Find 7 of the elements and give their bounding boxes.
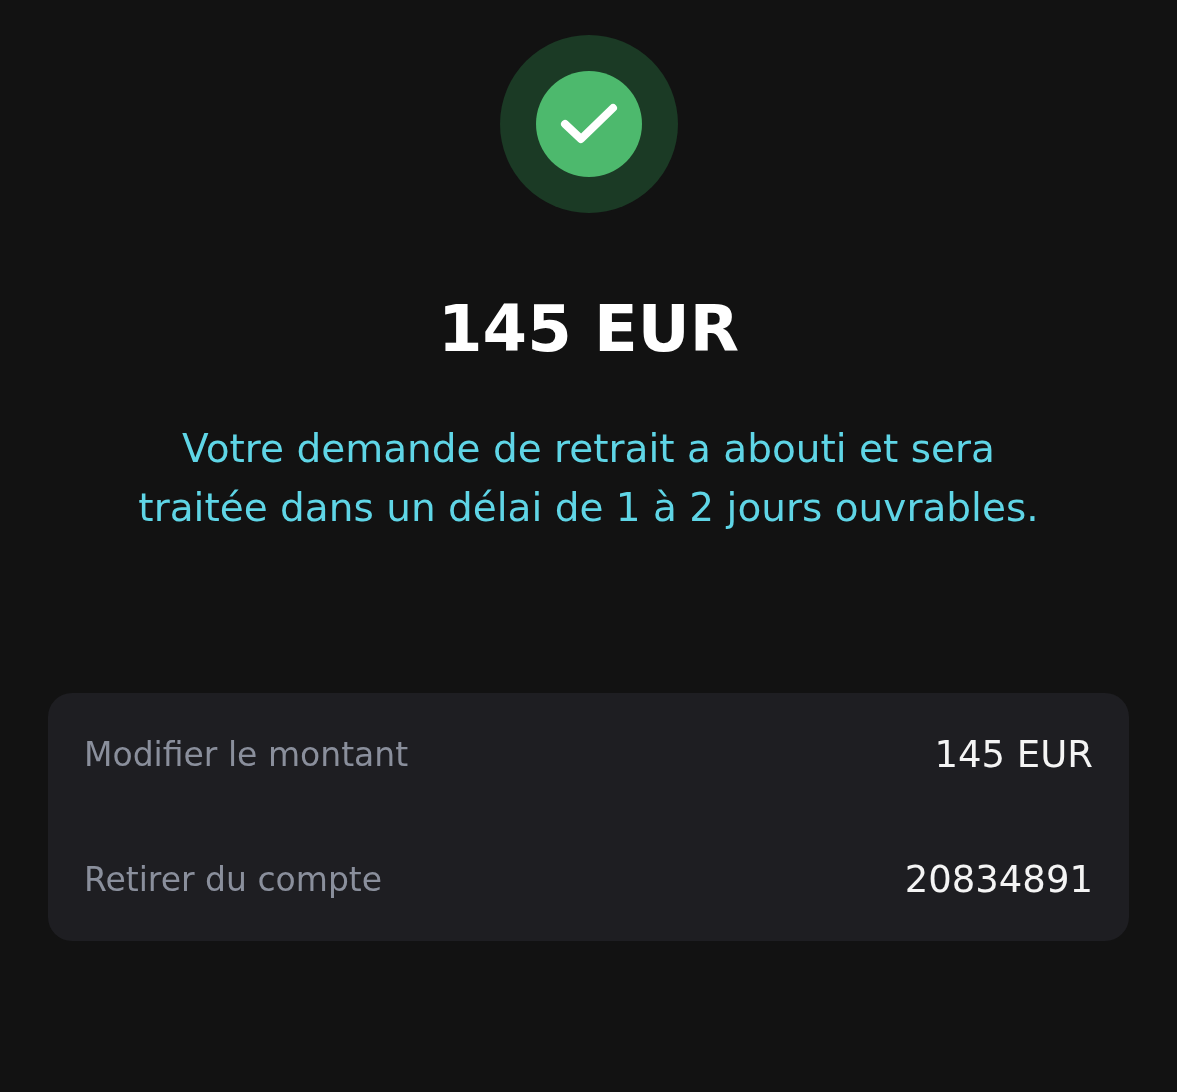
confirmation-message: Votre demande de retrait a abouti et sera traitée dans un délai de 1 à 2 jours ouvrables. — [137, 425, 1040, 532]
detail-label: Retirer du compte — [84, 860, 383, 899]
checkmark-icon — [559, 102, 618, 146]
detail-value: 20834891 — [904, 858, 1093, 901]
detail-label: Modifier le montant — [84, 735, 409, 774]
detail-value: 145 EUR — [934, 733, 1093, 776]
amount-title: 145 EUR — [438, 291, 739, 367]
